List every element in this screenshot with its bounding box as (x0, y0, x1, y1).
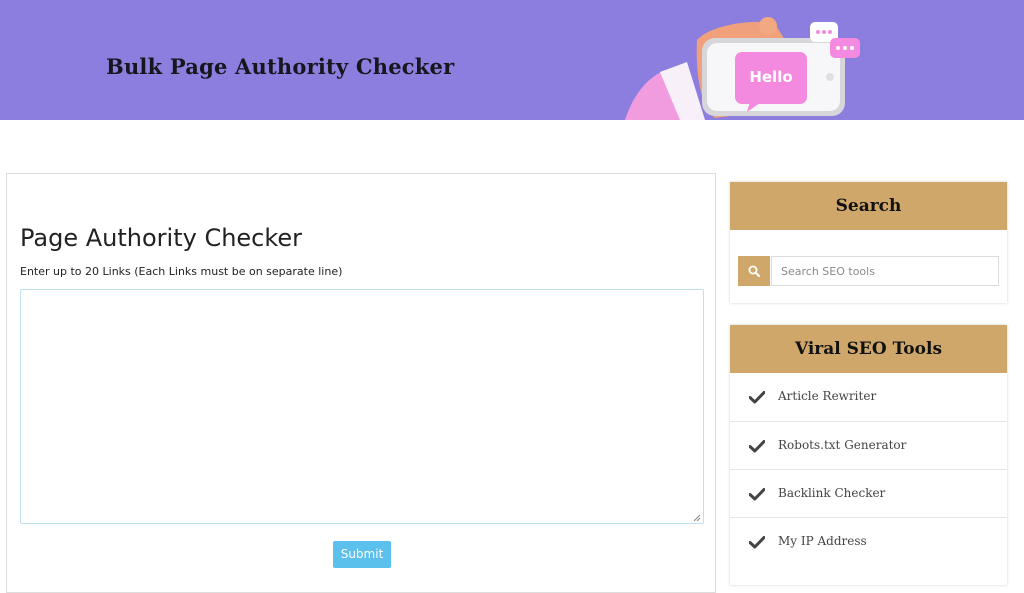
tool-item-backlink-checker[interactable]: Backlink Checker (730, 469, 1007, 517)
check-icon (749, 488, 765, 501)
submit-button[interactable]: Submit (333, 541, 391, 568)
site-title: Bulk Page Authority Checker (106, 54, 455, 79)
page-authority-tool-card: Page Authority Checker Enter up to 20 Li… (6, 173, 716, 593)
tool-link-label[interactable]: Backlink Checker (778, 486, 885, 500)
page-title: Page Authority Checker (20, 224, 303, 253)
check-icon (749, 440, 765, 453)
hello-bubble-text: Hello (749, 68, 792, 86)
links-textarea[interactable] (20, 289, 704, 524)
search-bar (738, 256, 1000, 286)
tool-item-robots-txt-generator[interactable]: Robots.txt Generator (730, 421, 1007, 469)
tool-item-my-ip-address[interactable]: My IP Address (730, 517, 1007, 565)
tool-item-article-rewriter[interactable]: Article Rewriter (730, 373, 1007, 421)
tool-link-label[interactable]: Robots.txt Generator (778, 438, 906, 452)
tools-list: Article Rewriter Robots.txt Generator Ba… (730, 373, 1007, 565)
check-icon (749, 391, 765, 404)
search-icon (748, 265, 760, 277)
search-widget: Search (730, 182, 1007, 303)
search-widget-title: Search (730, 182, 1007, 230)
search-button[interactable] (738, 256, 770, 286)
hello-phone-illustration: Hello (625, 17, 860, 120)
search-input[interactable] (771, 256, 999, 286)
tools-widget-title: Viral SEO Tools (730, 325, 1007, 373)
viral-seo-tools-widget: Viral SEO Tools Article Rewriter Robots.… (730, 325, 1007, 585)
tool-link-label[interactable]: Article Rewriter (778, 389, 876, 403)
header-banner: Bulk Page Authority Checker Hello (0, 0, 1024, 120)
tool-link-label[interactable]: My IP Address (778, 534, 867, 548)
check-icon (749, 536, 765, 549)
links-input-label: Enter up to 20 Links (Each Links must be… (20, 265, 343, 278)
resize-grip-icon[interactable] (693, 514, 701, 522)
